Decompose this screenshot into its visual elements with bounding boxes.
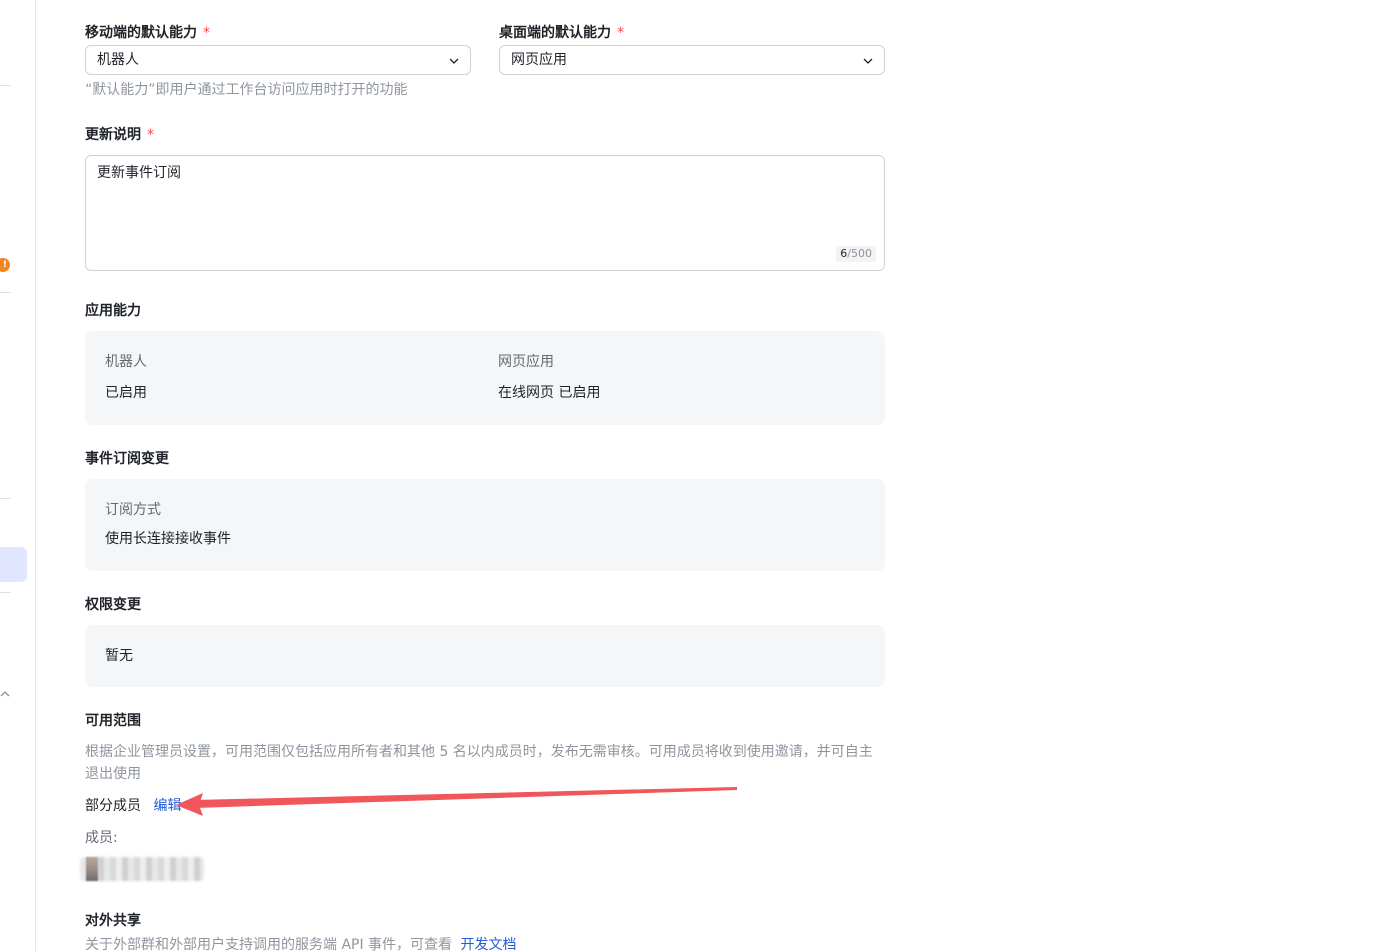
member-avatar (86, 857, 98, 881)
mobile-default-select[interactable]: 机器人 (85, 45, 471, 75)
event-subscription-panel: 订阅方式 使用长连接接收事件 (85, 479, 885, 571)
desktop-default-label: 桌面端的默认能力 * (499, 25, 624, 41)
dev-docs-link[interactable]: 开发文档 (461, 937, 517, 951)
update-notes-value: 更新事件订阅 (97, 165, 181, 181)
annotation-arrow-shaft (195, 787, 737, 808)
edit-scope-link[interactable]: 编辑 (153, 798, 181, 814)
annotation-arrow (176, 787, 737, 816)
external-sharing-hint: 关于外部群和外部用户支持调用的服务端 API 事件，可查看 开发文档 (85, 937, 517, 951)
mobile-default-label: 移动端的默认能力 * (85, 25, 210, 41)
member-avatar-blurred (80, 857, 204, 881)
capabilities-title: 应用能力 (85, 303, 141, 319)
subscription-method-key: 订阅方式 (105, 502, 161, 518)
members-label: 成员: (85, 830, 118, 846)
sidebar-item-active[interactable] (0, 547, 27, 582)
capability-status: 已启用 (105, 385, 147, 401)
permissions-panel: 暂无 (85, 625, 885, 687)
update-notes-label: 更新说明 * (85, 127, 154, 143)
warning-badge: ! (0, 258, 10, 272)
sidebar: ! (0, 0, 36, 951)
capability-name: 网页应用 (498, 354, 554, 370)
capability-status: 在线网页 已启用 (498, 385, 601, 401)
sidebar-divider (0, 292, 11, 293)
availability-scope: 部分成员 编辑 (85, 795, 181, 817)
sidebar-divider (0, 498, 11, 499)
chevron-down-icon (449, 58, 459, 64)
chevron-up-icon[interactable] (0, 688, 12, 700)
mobile-default-value: 机器人 (97, 52, 139, 68)
subscription-method-value: 使用长连接接收事件 (105, 531, 231, 547)
sidebar-divider (0, 592, 11, 593)
permissions-value: 暂无 (105, 648, 133, 664)
default-capability-hint: “默认能力”即用户通过工作台访问应用时打开的功能 (85, 82, 408, 98)
capability-name: 机器人 (105, 354, 147, 370)
scope-label: 部分成员 (85, 798, 141, 814)
sidebar-divider (0, 85, 11, 86)
chevron-down-icon (863, 58, 873, 64)
event-subscription-title: 事件订阅变更 (85, 451, 169, 467)
availability-hint: 根据企业管理员设置，可用范围仅包括应用所有者和其他 5 名以内成员时，发布无需审… (85, 744, 873, 782)
availability-title: 可用范围 (85, 713, 141, 729)
capabilities-panel: 机器人 已启用 网页应用 在线网页 已启用 (85, 331, 885, 425)
desktop-default-select[interactable]: 网页应用 (499, 45, 885, 75)
desktop-default-value: 网页应用 (511, 52, 567, 68)
char-counter: 6/500 (836, 246, 876, 262)
update-notes-textarea[interactable]: 更新事件订阅 6/500 (85, 155, 885, 271)
permissions-title: 权限变更 (85, 597, 141, 613)
external-sharing-title: 对外共享 (85, 913, 141, 929)
